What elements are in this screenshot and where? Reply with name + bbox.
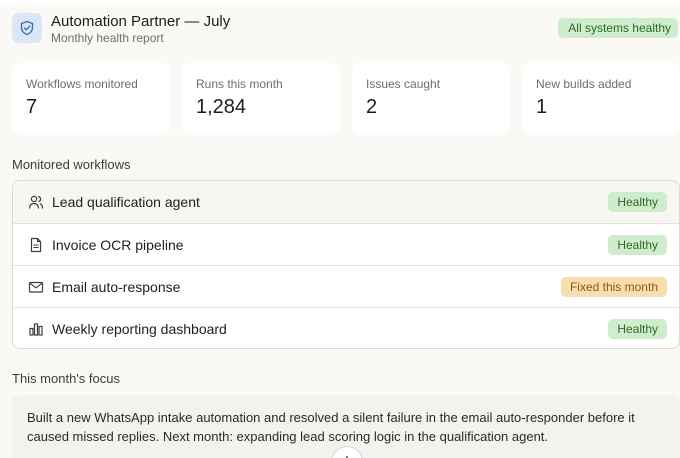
report-header: Automation Partner — July Monthly health… [12,12,680,46]
workflow-status-badge: Healthy [608,235,667,255]
shield-icon [20,20,34,36]
focus-heading: This month's focus [12,371,120,386]
plus-icon [346,456,348,458]
workflow-list: Lead qualification agent Healthy Invoice… [12,180,680,349]
stat-label: Workflows monitored [26,77,138,91]
workflow-row-invoice-ocr[interactable]: Invoice OCR pipeline Healthy [13,223,679,265]
workflow-row-weekly-reporting[interactable]: Weekly reporting dashboard Healthy [13,307,679,348]
mail-icon [28,281,44,293]
workflow-name: Weekly reporting dashboard [52,321,227,337]
workflow-name: Invoice OCR pipeline [52,237,184,253]
stat-value: 7 [26,96,38,118]
workflow-status-badge: Healthy [608,319,667,339]
workflow-status-badge: Healthy [608,192,667,212]
stat-card-runs: Runs this month 1,284 [182,63,340,135]
document-icon [30,237,42,253]
stat-label: New builds added [536,77,632,91]
stat-label: Runs this month [196,77,283,91]
top-strip [0,0,680,4]
stat-label: Issues caught [366,77,441,91]
bar-chart-icon [29,323,43,336]
users-icon [28,195,44,209]
stat-value: 1 [536,96,548,118]
workflows-heading: Monitored workflows [12,157,131,172]
page-subtitle: Monthly health report [51,31,164,45]
workflow-row-lead-qualification[interactable]: Lead qualification agent Healthy [13,181,679,223]
report-logo [12,13,42,43]
stat-value: 2 [366,96,378,118]
stat-card-workflows: Workflows monitored 7 [12,63,170,135]
focus-body: Built a new WhatsApp intake automation a… [27,410,635,444]
workflow-status-badge: Fixed this month [560,277,667,297]
stat-value: 1,284 [196,96,247,118]
workflow-row-email-auto-response[interactable]: Email auto-response Fixed this month [13,265,679,307]
page-title: Automation Partner — July [51,13,231,30]
stats-row: Workflows monitored 7 Runs this month 1,… [12,63,680,135]
stat-card-builds: New builds added 1 [522,63,680,135]
workflow-name: Lead qualification agent [52,194,200,210]
overall-status-badge: All systems healthy [558,18,678,38]
stat-card-issues: Issues caught 2 [352,63,510,135]
workflow-name: Email auto-response [52,279,181,295]
